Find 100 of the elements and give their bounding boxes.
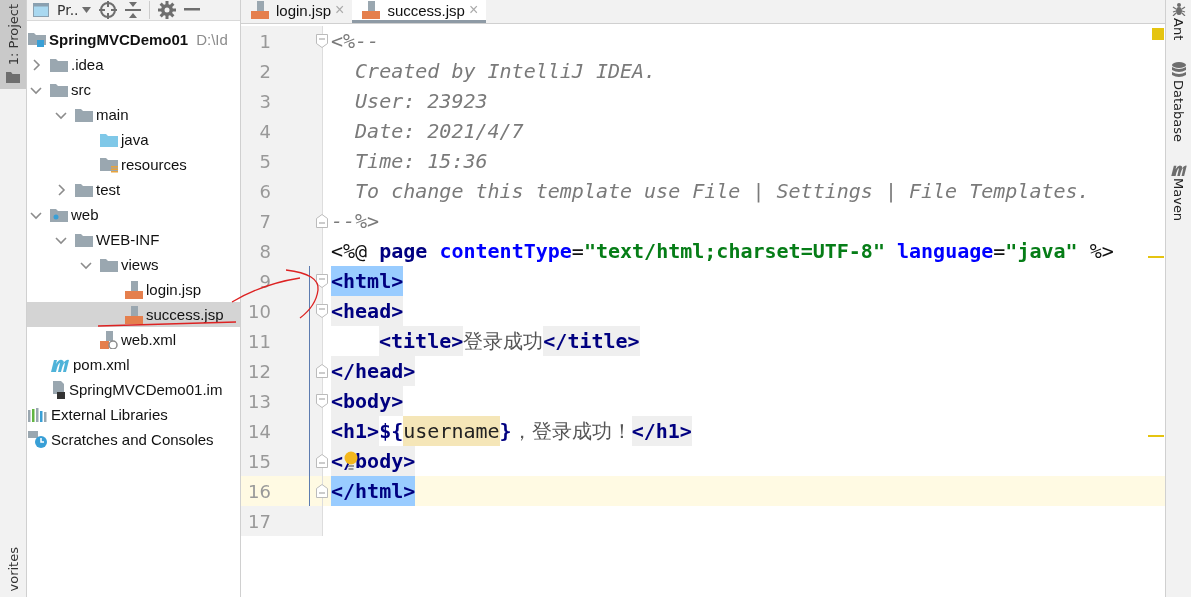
item-name: Scratches and Consoles xyxy=(51,431,214,448)
tree-item[interactable]: External Libraries xyxy=(27,402,240,427)
locate-icon[interactable] xyxy=(98,1,117,19)
code-token: To change this template use File | Settings | File Templates. xyxy=(354,178,1090,205)
editor-tab[interactable]: success.jsp × xyxy=(352,0,487,23)
ant-icon xyxy=(1171,2,1186,16)
code-token: "text/html;charset=UTF-8" xyxy=(583,238,886,265)
code-token: = xyxy=(571,238,584,265)
tree-item[interactable]: WEB-INF xyxy=(27,227,240,252)
item-name: WEB-INF xyxy=(96,231,160,248)
code-token: Date: 2021/4/7 xyxy=(354,118,524,145)
settings-icon[interactable] xyxy=(157,1,176,19)
tree-item[interactable]: test xyxy=(27,177,240,202)
folder-icon xyxy=(6,71,20,84)
code-token: User: 23923 xyxy=(354,88,488,115)
tree-item[interactable]: web xyxy=(27,202,240,227)
tool-window-tab[interactable]: Database xyxy=(1171,62,1186,143)
tree-item[interactable]: SpringMVCDemo01.im xyxy=(27,377,240,402)
line-number: 3 xyxy=(258,90,271,112)
jsp-file-icon xyxy=(251,1,269,19)
jsp-file-icon xyxy=(125,280,143,299)
tree-item[interactable]: resources xyxy=(27,152,240,177)
code-token: <html> xyxy=(331,266,404,296)
code-token: <%@ xyxy=(331,238,369,265)
collapse-icon[interactable] xyxy=(124,1,141,19)
chevron-right-icon[interactable] xyxy=(55,183,67,196)
item-name: login.jsp xyxy=(146,281,202,298)
chevron-right-icon[interactable] xyxy=(30,58,42,71)
line-number: 12 xyxy=(247,360,271,382)
tree-item[interactable]: java xyxy=(27,127,240,152)
tool-window-tab[interactable]: Ant xyxy=(1171,2,1186,41)
code-token: 登录成功 xyxy=(463,329,544,354)
tree-item[interactable]: main xyxy=(27,102,240,127)
line-number: 10 xyxy=(247,300,271,322)
item-name: SpringMVCDemo01.im xyxy=(69,381,223,398)
tool-window-tab[interactable]: vorites xyxy=(0,542,26,597)
line-number: 16 xyxy=(247,480,271,502)
fold-start-icon[interactable] xyxy=(316,394,328,408)
tree-item[interactable]: SpringMVCDemo01 D:\Id xyxy=(27,27,240,52)
item-name: External Libraries xyxy=(51,406,168,423)
item-name: .idea xyxy=(71,56,104,73)
line-number: 11 xyxy=(247,330,271,352)
item-name: test xyxy=(96,181,121,198)
code-token: </html> xyxy=(331,476,416,506)
tree-item[interactable]: Scratches and Consoles xyxy=(27,427,240,452)
item-name: resources xyxy=(121,156,187,173)
line-number: 15 xyxy=(247,450,271,472)
line-number: 4 xyxy=(258,120,271,142)
code-token: language xyxy=(896,238,994,265)
code-token: username xyxy=(403,416,500,446)
tree-item[interactable]: success.jsp xyxy=(27,302,240,327)
tool-window-tab[interactable]: 1: Project xyxy=(0,0,26,90)
code-token: </head> xyxy=(331,356,416,386)
code-token: Created by IntelliJ IDEA. xyxy=(354,58,657,85)
code-token: </title> xyxy=(543,326,640,356)
line-number: 7 xyxy=(258,210,271,232)
code-token: = xyxy=(993,238,1006,265)
folder-icon xyxy=(75,182,93,197)
item-name: web xyxy=(71,206,99,223)
tree-item[interactable]: pom.xml xyxy=(27,352,240,377)
tree-item[interactable]: .idea xyxy=(27,52,240,77)
fold-end-icon[interactable] xyxy=(316,454,328,468)
web-folder-icon xyxy=(50,207,68,222)
line-number: 1 xyxy=(258,30,271,52)
module-icon xyxy=(28,31,46,48)
fold-start-icon[interactable] xyxy=(316,274,328,288)
lightbulb-icon[interactable] xyxy=(344,451,358,471)
code-token: %> xyxy=(1089,238,1114,265)
xml-file-icon xyxy=(100,330,118,349)
fold-end-icon[interactable] xyxy=(316,364,328,378)
item-name: web.xml xyxy=(121,331,176,348)
folder-icon xyxy=(50,82,68,97)
fold-start-icon[interactable] xyxy=(316,304,328,318)
resources-folder-icon xyxy=(100,156,118,173)
tree-item[interactable]: src xyxy=(27,77,240,102)
code-token: } xyxy=(499,418,512,445)
code-token: ${ xyxy=(379,418,404,445)
caret-icon xyxy=(81,7,91,13)
folder-icon xyxy=(50,57,68,72)
view-selector[interactable]: Pr.. xyxy=(57,2,91,18)
tab-label: success.jsp xyxy=(387,1,465,19)
fold-end-icon[interactable] xyxy=(316,484,328,498)
maven-icon xyxy=(1169,164,1188,177)
minimize-icon[interactable] xyxy=(183,8,200,12)
code-token: <%-- xyxy=(331,28,380,55)
module-file-icon xyxy=(50,380,66,399)
tree-item[interactable]: web.xml xyxy=(27,327,240,352)
code-token: <h1> xyxy=(331,416,380,446)
fold-start-icon[interactable] xyxy=(316,34,328,48)
line-number: 5 xyxy=(258,150,271,172)
project-view-icon xyxy=(33,3,49,17)
editor-tab[interactable]: login.jsp × xyxy=(241,0,353,23)
tree-item[interactable]: views xyxy=(27,252,240,277)
jsp-file-icon xyxy=(362,1,381,19)
tool-window-tab[interactable]: Maven xyxy=(1169,164,1188,222)
tree-item[interactable]: login.jsp xyxy=(27,277,240,302)
line-number: 8 xyxy=(258,240,271,262)
folder-icon xyxy=(75,107,93,122)
fold-end-icon[interactable] xyxy=(316,214,328,228)
code-token: Time: 15:36 xyxy=(354,148,488,175)
